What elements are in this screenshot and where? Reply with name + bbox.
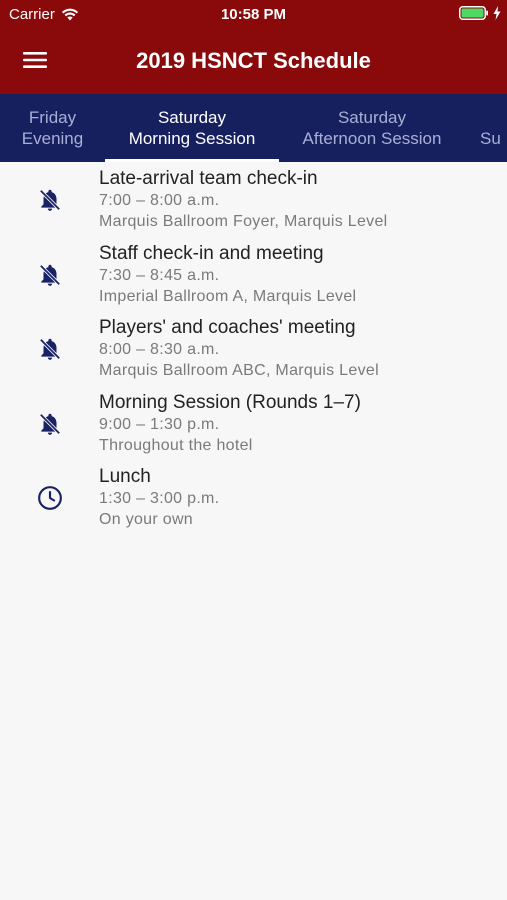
list-item[interactable]: Players' and coaches' meeting 8:00 – 8:3… [0,311,507,386]
tab-label-line1: Saturday [337,108,407,127]
tab-saturday-afternoon-session[interactable]: Saturday Afternoon Session [285,94,459,162]
tab-label-line1: Saturday [157,108,227,127]
bell-off-icon[interactable] [36,335,64,363]
event-title: Morning Session (Rounds 1–7) [99,391,361,413]
list-item[interactable]: Staff check-in and meeting 7:30 – 8:45 a… [0,237,507,312]
event-location: Marquis Ballroom ABC, Marquis Level [99,362,379,379]
event-title: Players' and coaches' meeting [99,317,356,338]
app-header: 2019 HSNCT Schedule [0,28,507,94]
event-time: 7:00 – 8:00 a.m. [99,192,220,209]
event-time: 1:30 – 3:00 p.m. [99,490,220,507]
schedule-list: Late-arrival team check-in 7:00 – 8:00 a… [0,162,507,535]
list-item[interactable]: Lunch 1:30 – 3:00 p.m. On your own [0,460,507,535]
event-location: On your own [99,511,194,528]
tab-sunday-partial[interactable]: Su [480,94,507,162]
battery-icon [459,6,488,20]
battery-indicator [459,6,501,20]
event-location: Marquis Ballroom Foyer, Marquis Level [99,213,388,230]
event-title: Staff check-in and meeting [99,242,324,264]
bell-off-icon[interactable] [36,186,64,214]
tab-label-line2: Evening [21,129,84,148]
charging-bolt-icon [493,6,501,20]
event-time: 8:00 – 8:30 a.m. [99,341,220,358]
tab-label-line2: Morning Session [128,129,256,148]
event-location: Imperial Ballroom A, Marquis Level [99,287,357,305]
tab-friday-evening[interactable]: Friday Evening [0,94,105,162]
bell-off-icon[interactable] [36,261,64,289]
list-item[interactable]: Morning Session (Rounds 1–7) 9:00 – 1:30… [0,386,507,461]
session-tab-bar: Friday Evening Saturday Morning Session … [0,94,507,162]
event-location: Throughout the hotel [99,436,253,454]
tab-label-line1: Su [480,129,501,148]
event-time: 9:00 – 1:30 p.m. [99,415,220,433]
event-title: Lunch [99,466,151,487]
status-bar: Carrier 10:58 PM [0,0,507,28]
tab-saturday-morning-session[interactable]: Saturday Morning Session [105,94,279,162]
bell-off-icon[interactable] [36,410,64,438]
list-item[interactable]: Late-arrival team check-in 7:00 – 8:00 a… [0,162,507,237]
tab-label-line1: Friday [28,108,77,127]
page-title: 2019 HSNCT Schedule [136,48,371,73]
clock-time: 10:58 PM [220,6,287,23]
event-time: 7:30 – 8:45 a.m. [99,266,220,284]
tab-label-line2: Afternoon Session [302,129,442,148]
event-title: Late-arrival team check-in [99,168,318,189]
clock-icon[interactable] [36,484,64,512]
